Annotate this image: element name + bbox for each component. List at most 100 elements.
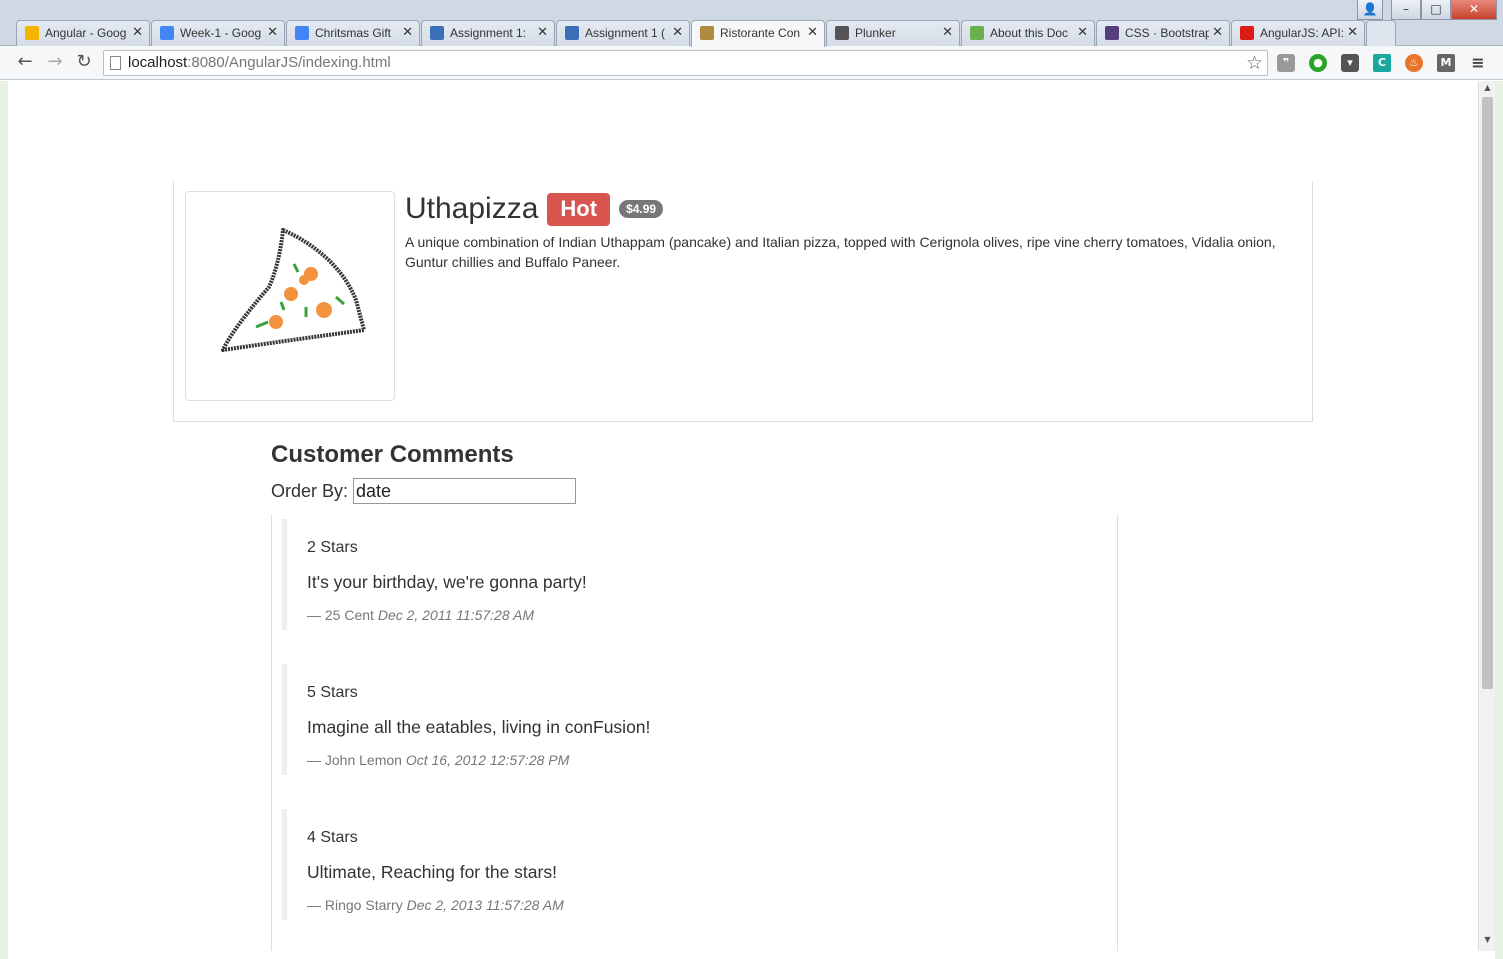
forward-arrow-icon[interactable]: → [44,52,66,74]
dish-body: Uthapizza Hot $4.99 A unique combination… [405,189,1305,272]
tab-title: CSS · Bootstrap [1125,26,1212,40]
dish-heading: Uthapizza Hot $4.99 [405,189,1305,229]
dish-description: A unique combination of Indian Uthappam … [405,234,1276,270]
bootstrap-icon [1105,26,1119,40]
new-tab-button[interactable] [1366,20,1396,46]
bookmark-star-icon[interactable]: ☆ [1246,52,1263,74]
reload-icon[interactable]: ↻ [73,52,95,74]
pocket-icon[interactable]: ▾ [1341,54,1359,72]
comment-footer: — 25 Cent Dec 2, 2011 11:57:28 AM [307,607,1102,623]
extension-c-icon[interactable]: C [1373,54,1391,72]
comment-author: — 25 Cent [307,607,374,623]
comment-rating: 2 Stars [307,539,358,556]
page-viewport: Uthapizza Hot $4.99 A unique combination… [8,81,1478,951]
browser-tab[interactable]: Ristorante Con ✕ [691,20,825,47]
extension-green-icon[interactable]: ● [1309,54,1327,72]
dish-name: Uthapizza [405,192,539,225]
comments-heading: Customer Comments [271,441,514,468]
tab-close-icon[interactable]: ✕ [939,21,953,45]
comment-rating: 5 Stars [307,684,358,701]
infinity-icon [430,26,444,40]
drive-icon [25,26,39,40]
comment-date: Dec 2, 2011 11:57:28 AM [377,607,535,623]
vertical-scrollbar[interactable]: ▲ ▼ [1478,81,1495,951]
comment-author: — Ringo Starry [307,897,403,913]
browser-tab[interactable]: CSS · Bootstrap ✕ [1096,20,1230,46]
scroll-down-icon[interactable]: ▼ [1479,935,1496,949]
comment-rating: 4 Stars [307,829,358,846]
browser-tab[interactable]: Assignment 1 (✕ [556,20,690,46]
browser-titlebar: 👤 – □ ✕ Angular - Goog ✕ Week-1 - Goog ✕ Chr… [0,0,1503,47]
address-bar[interactable]: localhost:8080/AngularJS/indexing.html ☆ [103,50,1268,76]
browser-tab[interactable]: About this Doc ✕ [961,20,1095,46]
tab-title: Week-1 - Goog [180,26,262,40]
browser-toolbar: ← → ↻ localhost:8080/AngularJS/indexing.… [0,46,1503,80]
menu-icon[interactable]: ≡ [1469,54,1487,72]
tab-close-icon[interactable]: ✕ [669,21,683,45]
scrollbar-thumb[interactable] [1482,97,1493,689]
comment-footer: — John Lemon Oct 16, 2012 12:57:28 PM [307,752,1102,768]
order-by-row: Order By: [271,478,577,504]
plunker-icon [835,26,849,40]
tab-title: Assignment 1 ( [585,26,666,40]
window-controls: 👤 – □ ✕ [1357,0,1497,20]
page-icon [110,56,121,70]
tab-title: AngularJS: API: [1260,26,1345,40]
comment-item: 4 Stars Ultimate, Reaching for the stars… [282,809,1102,920]
url-host: localhost [128,54,188,71]
browser-tab[interactable]: Chritsmas Gift ✕ [286,20,420,46]
extension-quote-icon[interactable]: ❞ [1277,54,1295,72]
tab-close-icon[interactable]: ✕ [534,21,548,45]
tab-close-icon[interactable]: ✕ [399,21,413,45]
comment-text: It's your birthday, we're gonna party! [307,572,587,592]
tab-close-icon[interactable]: ✕ [129,21,143,45]
tab-title: Chritsmas Gift [315,26,392,40]
extension-fire-icon[interactable]: ♨ [1405,54,1423,72]
back-arrow-icon[interactable]: ← [14,52,36,74]
comment-footer: — Ringo Starry Dec 2, 2013 11:57:28 AM [307,897,1102,913]
tab-title: Ristorante Con [720,26,801,40]
profile-icon[interactable]: 👤 [1357,0,1383,20]
tab-title: Angular - Goog [45,26,127,40]
close-window-button[interactable]: ✕ [1451,0,1497,20]
minimize-button[interactable]: – [1391,0,1421,20]
angular-icon [1240,26,1254,40]
comment-item: 2 Stars It's your birthday, we're gonna … [282,519,1102,630]
window-border-right [1495,81,1503,959]
browser-tab[interactable]: AngularJS: API: ✕ [1231,20,1365,46]
browser-tab[interactable]: Plunker ✕ [826,20,960,46]
tab-close-icon[interactable]: ✕ [1209,21,1223,45]
dish-thumbnail [185,191,395,401]
extension-m-icon[interactable]: M [1437,54,1455,72]
scroll-up-icon[interactable]: ▲ [1479,83,1496,97]
circle-icon [970,26,984,40]
browser-tab[interactable]: Assignment 1: ✕ [421,20,555,46]
order-by-label: Order By: [271,480,349,501]
comment-date: Oct 16, 2012 12:57:28 PM [405,752,570,768]
infinity-icon [565,26,579,40]
docs-icon [160,26,174,40]
price-badge: $4.99 [619,200,664,218]
comment-text: Imagine all the eatables, living in conF… [307,717,651,737]
tab-close-icon[interactable]: ✕ [804,21,818,45]
comment-date: Dec 2, 2013 11:57:28 AM [406,897,564,913]
tab-strip: Angular - Goog ✕ Week-1 - Goog ✕ Chritsmas G… [16,20,1397,47]
url-path: :8080/AngularJS/indexing.html [187,54,391,71]
hot-label: Hot [547,192,611,226]
browser-tab[interactable]: Week-1 - Goog ✕ [151,20,285,46]
comments-list: 2 Stars It's your birthday, we're gonna … [271,515,1118,951]
tab-title: About this Doc [990,26,1069,40]
docs-icon [295,26,309,40]
browser-tab[interactable]: Angular - Goog ✕ [16,20,150,46]
tab-close-icon[interactable]: ✕ [1074,21,1088,45]
comment-text: Ultimate, Reaching for the stars! [307,862,557,882]
order-by-input[interactable] [353,478,577,504]
tab-title: Assignment 1: [450,26,527,40]
tab-close-icon[interactable]: ✕ [1344,21,1358,45]
comment-author: — John Lemon [307,752,402,768]
url-text[interactable]: localhost:8080/AngularJS/indexing.html [128,54,391,71]
ristorante-icon [700,26,714,40]
tab-close-icon[interactable]: ✕ [264,21,278,45]
maximize-button[interactable]: □ [1421,0,1451,20]
comment-item: 5 Stars Imagine all the eatables, living… [282,664,1102,775]
